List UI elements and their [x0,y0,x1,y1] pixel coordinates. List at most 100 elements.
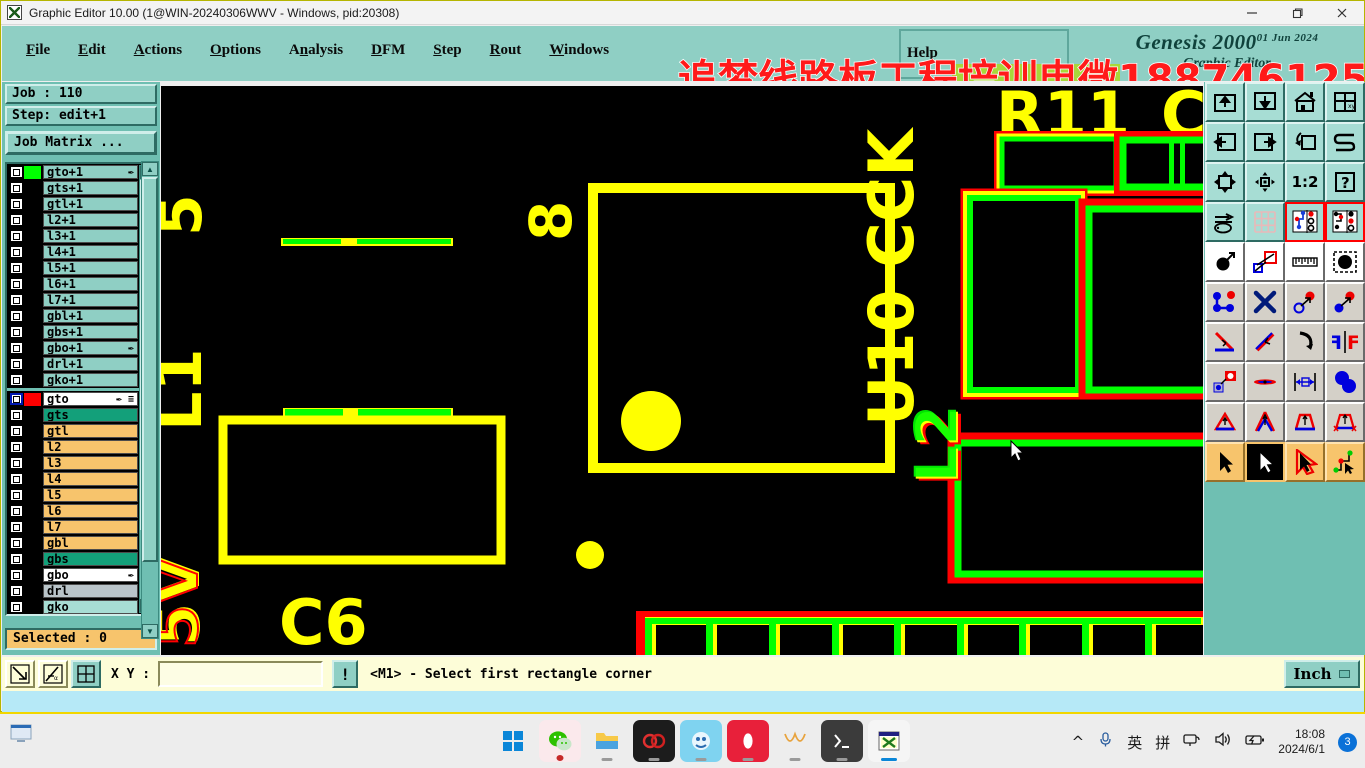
layer-color-swatch[interactable] [24,584,41,598]
measure-icon[interactable] [1285,242,1325,282]
delete-cross-icon[interactable] [1245,282,1285,322]
layer-row[interactable]: gbl+1 [7,308,140,324]
outline-icon[interactable] [1285,402,1325,442]
move-feature-icon[interactable] [1325,282,1365,322]
layer-row[interactable]: l7 [7,519,140,535]
layer-row[interactable]: gtl+1 [7,196,140,212]
layer-visibility-checkbox[interactable] [10,425,23,437]
layer-name[interactable]: gko [43,600,138,614]
zoom-fit-icon[interactable] [1205,162,1245,202]
zoom-ratio-icon[interactable]: 1:2 [1285,162,1325,202]
canvas-scroll-thumb[interactable] [142,177,158,562]
layer-visibility-checkbox[interactable] [10,262,23,274]
diagonal-arrow-icon[interactable] [5,660,35,688]
distance-icon[interactable] [1285,362,1325,402]
layer-row[interactable]: gto ✒ ≡ [7,391,140,407]
wechat-icon[interactable] [539,720,581,762]
alert-button[interactable]: ! [332,660,359,688]
cursor-arrow-icon[interactable] [1205,442,1245,482]
menu-rout[interactable]: Rout [476,40,536,61]
layer-color-swatch[interactable] [24,408,41,422]
canvas-scroll-up[interactable]: ▲ [142,162,158,176]
layer-visibility-checkbox[interactable] [10,489,23,501]
menu-dfm[interactable]: DFM [357,40,419,61]
layer-color-swatch[interactable] [24,277,41,291]
canvas-vertical-scrollbar[interactable]: ▲ ▼ [141,161,159,639]
layer-name[interactable]: gko+1 [43,373,138,387]
layer-row[interactable]: l6+1 [7,276,140,292]
layer-row[interactable]: gbo ✒ [7,567,140,583]
layer-name[interactable]: l6 [43,504,138,518]
layer-visibility-checkbox[interactable] [10,358,23,370]
layer-name[interactable]: gts+1 [43,181,138,195]
layer-name[interactable]: gtl [43,424,138,438]
layer-color-swatch[interactable] [24,261,41,275]
contourize-icon[interactable] [1245,402,1285,442]
layer-row[interactable]: gts+1 [7,180,140,196]
layer-row[interactable]: drl [7,583,140,599]
zoom-selected-icon[interactable] [1245,162,1285,202]
layer-name[interactable]: drl+1 [43,357,138,371]
layer-row[interactable]: gko+1 [7,372,140,388]
maximize-button[interactable] [1274,1,1319,25]
layer-name[interactable]: gbs [43,552,138,566]
network-icon[interactable] [1183,731,1201,753]
angle-measure-icon[interactable]: α [38,660,68,688]
layer-color-swatch[interactable] [24,341,41,355]
select-filter-icon[interactable] [1325,242,1365,282]
mirror-icon[interactable]: FF [1325,322,1365,362]
layer-visibility-checkbox[interactable] [10,166,23,178]
layer-row[interactable]: l4+1 [7,244,140,260]
layer-color-swatch[interactable] [24,552,41,566]
help-query-icon[interactable]: ? [1325,162,1365,202]
layer-visibility-checkbox[interactable] [10,342,23,354]
battery-icon[interactable] [1245,731,1265,753]
layer-color-swatch[interactable] [24,440,41,454]
qq-icon[interactable] [680,720,722,762]
layer-name[interactable]: l4+1 [43,245,138,259]
layer-visibility-checkbox[interactable] [10,214,23,226]
net-connect-icon[interactable] [1205,282,1245,322]
menu-options[interactable]: Options [196,40,275,61]
notification-badge[interactable]: 3 [1338,732,1357,752]
layer-visibility-checkbox[interactable] [10,473,23,485]
layer-row[interactable]: gbs [7,551,140,567]
layer-row[interactable]: l6 [7,503,140,519]
ime-language-indicator[interactable]: 英 [1127,732,1142,753]
layer-name[interactable]: l6+1 [43,277,138,291]
layer-list[interactable]: gto+1 ✒ gts+1 gtl+1 l2+1 l3+1 l4+1 l5+1 l6+1 l7+1… [7,164,140,614]
undo-view-icon[interactable] [1285,122,1325,162]
layer-row[interactable]: drl+1 [7,356,140,372]
layer-color-swatch[interactable] [24,600,41,614]
job-matrix-button[interactable]: Job Matrix ... [5,131,157,155]
layer-visibility-checkbox[interactable] [10,230,23,242]
layer-visibility-checkbox[interactable] [10,374,23,386]
pcb-canvas[interactable]: 5 L1 5V 5V 8 C6 [161,86,1203,655]
menu-file[interactable]: File [12,40,64,61]
cursor-arrow-outline-icon[interactable] [1285,442,1325,482]
layer-color-swatch[interactable] [24,488,41,502]
layer-config-icon[interactable] [1285,202,1325,242]
layer-visibility-checkbox[interactable] [10,326,23,338]
zoom-in-window-icon[interactable] [1205,82,1245,122]
layer-visibility-checkbox[interactable] [10,182,23,194]
layer-visibility-checkbox[interactable] [10,537,23,549]
menu-windows[interactable]: Windows [535,40,623,61]
layer-name[interactable]: gbl+1 [43,309,138,323]
layer-name[interactable]: l3 [43,456,138,470]
clock[interactable]: 18:08 2024/6/1 [1278,727,1325,757]
layer-visibility-checkbox[interactable] [10,278,23,290]
layer-color-swatch[interactable] [24,373,41,387]
wps-icon[interactable] [774,720,816,762]
merge-icon[interactable] [1325,362,1365,402]
layer-name[interactable]: l7 [43,520,138,534]
layer-color-swatch[interactable] [24,165,41,179]
terminal-icon[interactable] [821,720,863,762]
xy-input[interactable] [158,661,324,687]
layer-row[interactable]: l2 [7,439,140,455]
layer-name[interactable]: gbo+1 ✒ [43,341,138,355]
layer-visibility-checkbox[interactable] [10,505,23,517]
layer-color-swatch[interactable] [24,229,41,243]
layer-color-swatch[interactable] [24,536,41,550]
cursor-path-icon[interactable] [1325,442,1365,482]
